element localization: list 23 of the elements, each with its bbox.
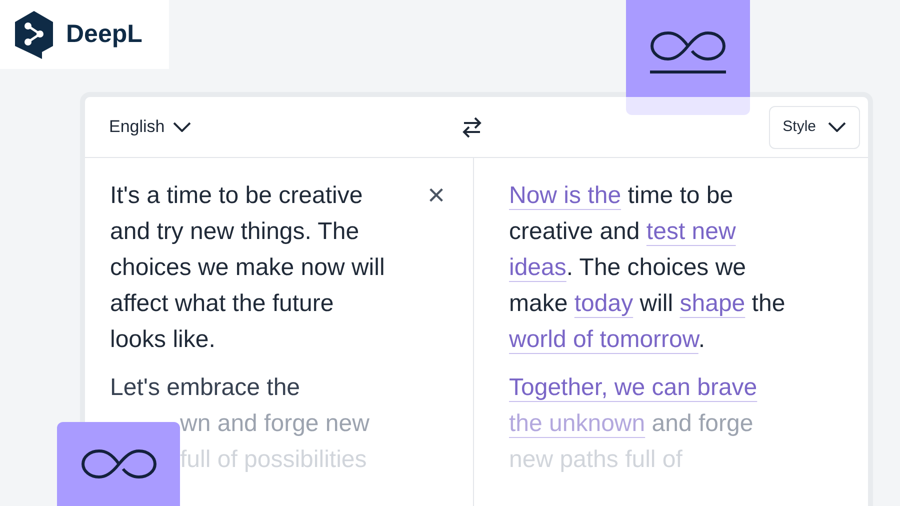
chevron-down-icon: [828, 122, 846, 132]
deepl-logo-icon: [14, 10, 54, 60]
text-line: Now is the time to be: [509, 181, 734, 211]
text-line: ideas. The choices we: [509, 253, 746, 283]
text-line: creative and test new: [509, 217, 736, 247]
infinity-icon: [78, 448, 158, 480]
text-line: It's a time to be creative: [110, 181, 363, 211]
text-line: Together, we can brave: [509, 373, 758, 403]
text-line: world of tomorrow.: [509, 325, 706, 355]
infinity-underline-icon: [648, 30, 728, 74]
language-dropdown[interactable]: English: [109, 114, 191, 140]
swap-icon[interactable]: [461, 115, 483, 139]
text-line: looks like.: [110, 325, 216, 355]
text-line: choices we make now will: [110, 253, 385, 283]
text-line: the unknown and forge: [509, 409, 754, 439]
chevron-down-icon: [172, 122, 191, 132]
logo-text: DeepL: [66, 18, 142, 50]
text-line: wn and forge new: [180, 409, 370, 439]
text-line: make today will shape the: [509, 289, 786, 319]
style-dropdown[interactable]: Style: [768, 106, 860, 148]
text-line: Let's embrace the: [110, 373, 300, 403]
text-line: affect what the future: [110, 289, 334, 319]
text-line: and try new things. The: [110, 217, 360, 247]
